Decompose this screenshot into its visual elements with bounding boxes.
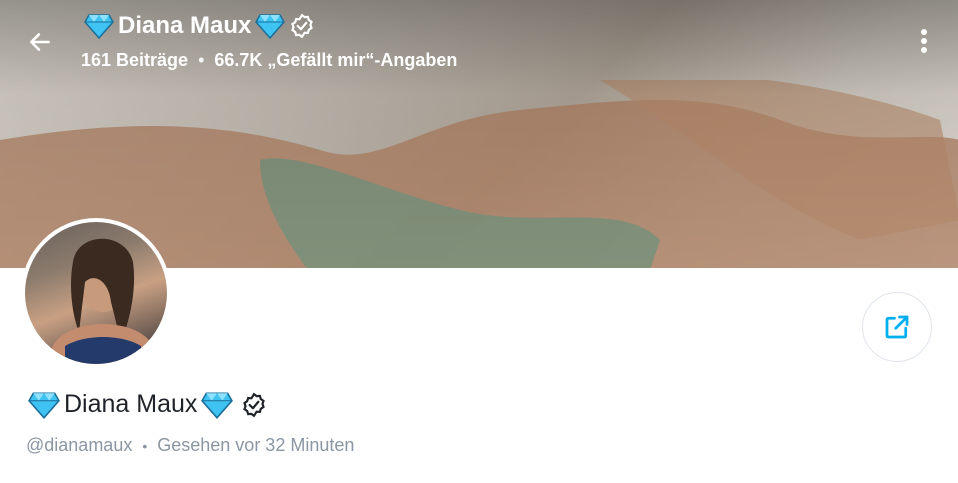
last-seen-status: Gesehen vor 32 Minuten — [157, 435, 355, 455]
more-vertical-icon — [920, 28, 928, 54]
diamond-emoji-icon — [28, 391, 60, 419]
diamond-emoji-icon — [201, 391, 234, 419]
share-icon — [882, 312, 912, 342]
separator-dot: • — [142, 437, 148, 454]
more-options-button[interactable] — [910, 24, 938, 58]
verified-badge-icon — [241, 392, 267, 418]
separator-dot: • — [198, 50, 205, 70]
share-button[interactable] — [862, 292, 932, 362]
back-button[interactable] — [20, 22, 60, 62]
header-title: Diana Maux — [84, 12, 315, 40]
posts-count: 161 Beiträge — [81, 50, 189, 70]
diamond-emoji-icon — [84, 13, 114, 39]
diamond-emoji-icon — [255, 13, 286, 39]
profile-name: Diana Maux — [28, 390, 267, 419]
header-name: Diana Maux — [118, 12, 252, 39]
profile-handle[interactable]: @dianamaux — [26, 435, 132, 456]
profile-name-text: Diana Maux — [64, 390, 198, 418]
avatar-image — [25, 222, 167, 364]
header-stats: 161 Beiträge • 66.7K „Gefällt mir“-Angab… — [81, 50, 457, 71]
avatar[interactable] — [21, 218, 171, 368]
top-bar: Diana Maux 161 Beiträge • 66.7K „Gefällt… — [0, 0, 958, 90]
arrow-left-icon — [27, 29, 53, 55]
verified-badge-icon — [289, 13, 315, 39]
likes-count: 66.7K „Gefällt mir“-Angaben — [214, 50, 458, 70]
profile-meta: @dianamaux • Gesehen vor 32 Minuten — [26, 435, 354, 456]
